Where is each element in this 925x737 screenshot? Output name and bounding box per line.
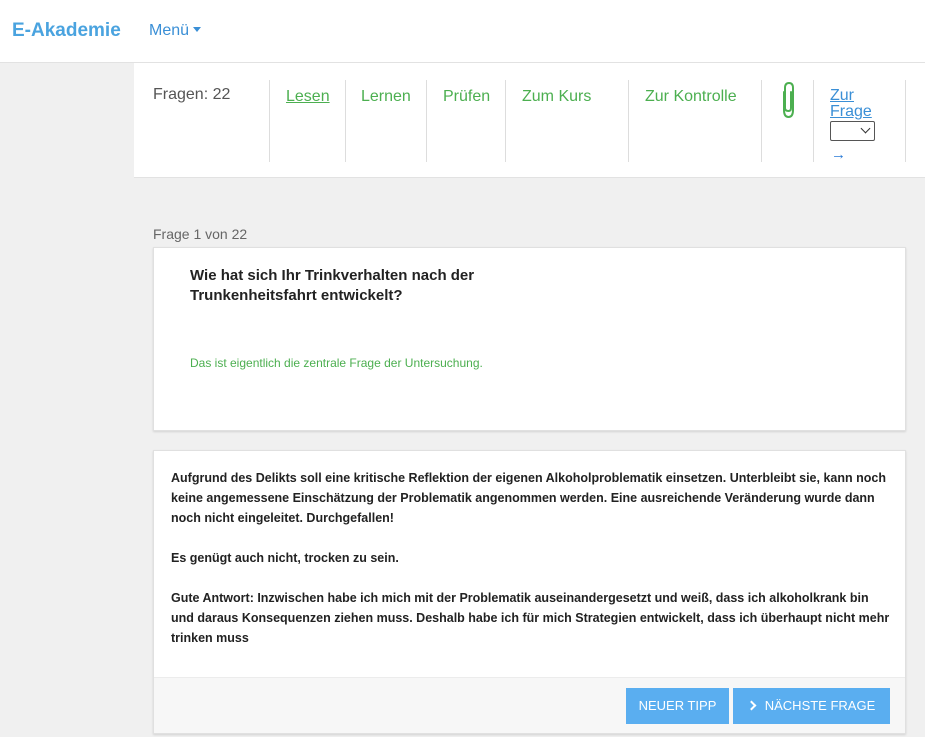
tab-lesen[interactable]: Lesen: [286, 88, 330, 106]
question-select[interactable]: [830, 121, 875, 141]
toolbar-divider: [905, 80, 906, 162]
question-number: Frage 1 von 22: [153, 226, 248, 242]
menu-label: Menü: [149, 22, 190, 39]
tab-lernen[interactable]: Lernen: [361, 88, 411, 106]
toolbar-divider: [426, 80, 427, 162]
chevron-right-icon: [746, 700, 757, 711]
answer-paragraph: Es genügt auch nicht, trocken zu sein.: [171, 551, 399, 565]
chevron-down-icon: [860, 123, 871, 134]
toolbar-divider: [345, 80, 346, 162]
answer-paragraph: Aufgrund des Delikts soll eine kritische…: [171, 471, 886, 525]
question-count: Fragen: 22: [153, 86, 231, 103]
arrow-right-icon[interactable]: →: [831, 146, 846, 163]
goto-line-1: Zur: [830, 87, 854, 104]
answer-text: Aufgrund des Delikts soll eine kritische…: [171, 468, 891, 668]
question-note: Das ist eigentlich die zentrale Frage de…: [190, 356, 483, 370]
question-card: Wie hat sich Ihr Trinkverhalten nach der…: [153, 247, 906, 431]
toolbar-divider: [628, 80, 629, 162]
toolbar-divider: [761, 80, 762, 162]
link-zum-kurs[interactable]: Zum Kurs: [522, 88, 591, 106]
answer-footer: NEUER TIPP NÄCHSTE FRAGE: [154, 677, 905, 733]
toolbar-divider: [505, 80, 506, 162]
new-tip-button[interactable]: NEUER TIPP: [626, 688, 729, 724]
caret-down-icon: [193, 27, 202, 33]
toolbar-divider: [269, 80, 270, 162]
menu-dropdown[interactable]: Menü: [149, 22, 202, 40]
question-toolbar: Fragen: 22 Lesen Lernen Prüfen Zum Kurs …: [134, 63, 925, 178]
question-title: Wie hat sich Ihr Trinkverhalten nach der…: [190, 267, 475, 304]
toolbar-divider: [813, 80, 814, 162]
goto-question-label[interactable]: Zur Frage: [830, 88, 872, 120]
next-question-label: NÄCHSTE FRAGE: [764, 698, 876, 713]
answer-card: Aufgrund des Delikts soll eine kritische…: [153, 450, 906, 734]
link-zur-kontrolle[interactable]: Zur Kontrolle: [645, 88, 737, 106]
paperclip-icon[interactable]: [779, 80, 797, 120]
brand-logo[interactable]: E-Akademie: [12, 20, 121, 42]
tab-pruefen[interactable]: Prüfen: [443, 88, 490, 106]
top-navbar: E-Akademie Menü: [0, 0, 925, 63]
next-question-button[interactable]: NÄCHSTE FRAGE: [733, 688, 890, 724]
goto-line-2: Frage: [830, 103, 872, 120]
answer-paragraph: Gute Antwort: Inzwischen habe ich mich m…: [171, 591, 890, 645]
